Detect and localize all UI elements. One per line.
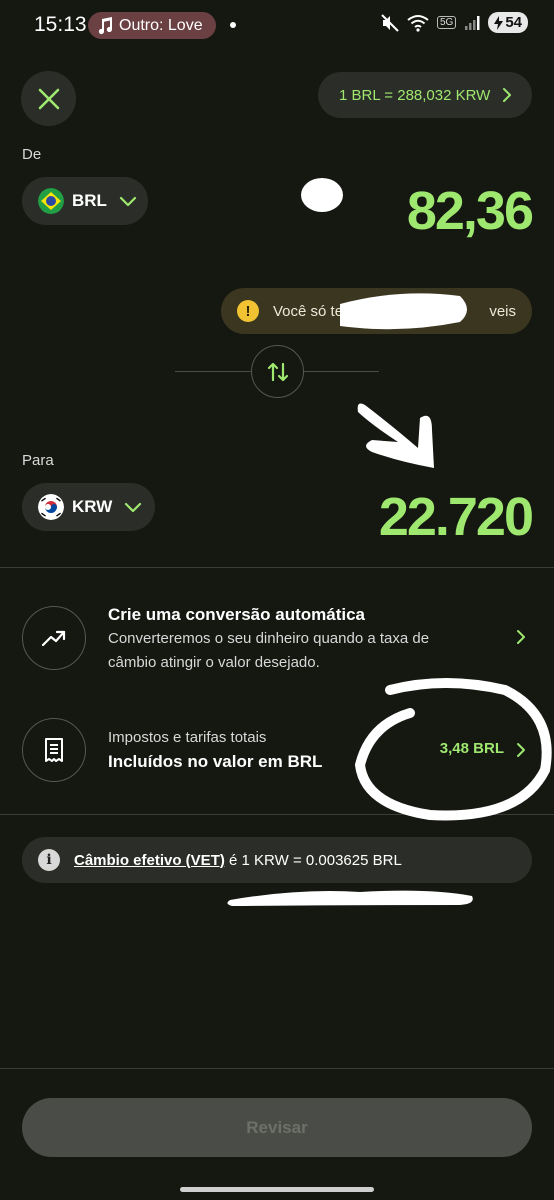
balance-warning: ! Você só te veis xyxy=(221,288,532,334)
trend-icon-circle xyxy=(22,606,86,670)
from-currency-select[interactable]: BRL xyxy=(22,177,148,225)
fees-title: Incluídos no valor em BRL xyxy=(108,752,323,771)
swap-divider-left xyxy=(175,371,251,372)
exchange-rate-button[interactable]: 1 BRL = 288,032 KRW xyxy=(318,72,532,118)
home-indicator[interactable] xyxy=(180,1187,374,1192)
chevron-down-icon xyxy=(125,502,142,513)
media-title: Outro: Love xyxy=(119,16,203,34)
auto-conversion-title: Crie uma conversão automática xyxy=(108,605,365,624)
swap-icon xyxy=(267,362,288,381)
warning-text-end: veis xyxy=(489,302,516,320)
receipt-icon-circle xyxy=(22,718,86,782)
conversion-screen: 15:13 Outro: Love 5G 54 1 BRL = 288,032 … xyxy=(0,0,554,1200)
from-amount-input[interactable]: 82,36 xyxy=(407,180,534,242)
scribble-arrow xyxy=(357,403,434,468)
swap-currencies-button[interactable] xyxy=(251,345,304,398)
to-amount-input[interactable]: 22.720 xyxy=(379,486,534,548)
status-time: 15:13 xyxy=(34,13,87,36)
warning-icon: ! xyxy=(237,300,259,322)
fees-row[interactable]: Impostos e tarifas totais Incluídos no v… xyxy=(0,712,554,792)
auto-conversion-subtitle-line1: Converteremos o seu dinheiro quando a ta… xyxy=(108,630,430,647)
from-currency-code: BRL xyxy=(72,191,107,210)
chevron-down-icon xyxy=(119,196,137,207)
close-icon xyxy=(38,88,59,109)
to-currency-code: KRW xyxy=(72,497,113,516)
brazil-flag-icon xyxy=(38,188,64,214)
scribble-underline xyxy=(227,890,473,906)
trend-up-icon xyxy=(41,630,66,647)
battery-level: 54 xyxy=(505,14,522,31)
footer-divider xyxy=(0,1068,554,1069)
swap-divider-right xyxy=(304,371,379,372)
section-divider xyxy=(0,814,554,815)
section-divider xyxy=(0,567,554,568)
auto-conversion-subtitle-line2: câmbio atingir o valor desejado. xyxy=(108,654,320,671)
chevron-right-icon xyxy=(517,743,525,757)
info-icon: i xyxy=(38,849,60,871)
vet-text: é 1 KRW = 0.003625 BRL xyxy=(229,851,402,869)
to-currency-select[interactable]: KRW xyxy=(22,483,155,531)
scribble-blob xyxy=(301,178,343,212)
music-note-icon xyxy=(98,16,113,34)
review-button[interactable]: Revisar xyxy=(22,1098,532,1157)
notification-dot xyxy=(230,22,236,28)
charging-icon xyxy=(494,15,504,30)
warning-text: Você só te xyxy=(273,302,344,320)
vet-info: i Câmbio efetivo (VET) é 1 KRW = 0.00362… xyxy=(22,837,532,883)
fees-label: Impostos e tarifas totais xyxy=(108,729,267,746)
wifi-icon xyxy=(407,14,429,32)
auto-conversion-row[interactable]: Crie uma conversão automática Convertere… xyxy=(0,590,554,686)
chevron-right-icon xyxy=(517,630,525,644)
status-icons: 5G 54 xyxy=(381,12,528,33)
media-indicator[interactable]: Outro: Love xyxy=(88,12,216,39)
mute-icon xyxy=(381,13,399,32)
korea-flag-icon xyxy=(38,494,64,520)
from-label: De xyxy=(22,146,42,163)
battery-icon: 54 xyxy=(488,12,528,33)
exchange-rate-text: 1 BRL = 288,032 KRW xyxy=(339,86,491,104)
to-label: Para xyxy=(22,452,54,469)
chevron-right-icon xyxy=(503,88,512,102)
network-type: 5G xyxy=(436,16,457,29)
receipt-icon xyxy=(45,738,63,762)
close-button[interactable] xyxy=(21,71,76,126)
fees-value: 3,48 BRL xyxy=(439,740,504,757)
signal-icon xyxy=(465,15,480,30)
vet-link[interactable]: Câmbio efetivo (VET) xyxy=(74,852,225,869)
